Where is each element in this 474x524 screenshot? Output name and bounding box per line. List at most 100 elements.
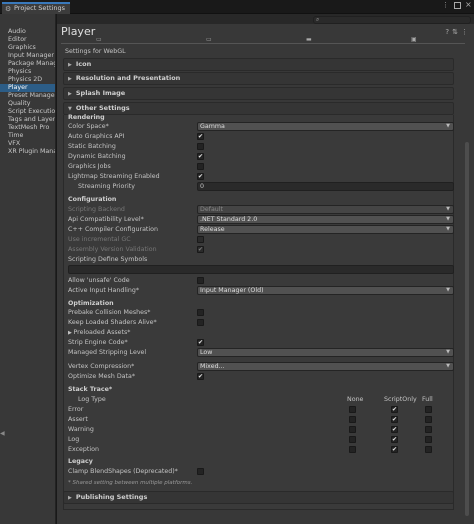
collapse-arrow-icon: ▼ [68,106,72,112]
prebake-checkbox[interactable] [197,309,204,316]
stack-trace-exception-scriptonly-radio[interactable]: ✔ [391,446,398,453]
category-item[interactable]: Quality [0,100,55,108]
category-item[interactable]: Physics [0,68,55,76]
stack-trace-log-scriptonly-radio[interactable]: ✔ [391,436,398,443]
project-settings-tab[interactable]: ⚙ Project Settings [2,2,70,14]
unsafe-code-checkbox[interactable] [197,277,204,284]
other-settings-section[interactable]: ▼ Other Settings [63,102,454,115]
keep-shaders-checkbox[interactable] [197,319,204,326]
category-item[interactable]: Preset Manager [0,92,55,100]
lightmap-streaming-checkbox[interactable]: ✔ [197,173,204,180]
other-settings-body: Rendering Color Space* Gamma ▼ Auto Graph… [63,114,454,510]
preset-icon[interactable]: ⇅ [452,28,461,36]
close-icon[interactable]: × [465,0,472,9]
category-item[interactable]: Graphics [0,44,55,52]
stack-trace-log-full-radio[interactable] [425,436,432,443]
streaming-priority-field[interactable]: 0 [197,182,454,191]
configuration-header: Configuration [68,196,117,203]
title-bar: ⚙ Project Settings ⋮ × [0,0,474,14]
stack-trace-warning-none-radio[interactable] [349,426,356,433]
category-item[interactable]: Time [0,132,55,140]
stack-trace-log-none-radio[interactable] [349,436,356,443]
category-item[interactable]: Package Manag [0,60,55,68]
platform-tab-android[interactable]: ▬ [306,36,312,43]
category-list: Audio Editor Graphics Input Manager Package … [0,14,56,524]
log-type-error-label: Error [68,406,84,413]
stack-trace-warning-scriptonly-radio[interactable]: ✔ [391,426,398,433]
auto-graphics-checkbox[interactable]: ✔ [197,133,204,140]
stack-trace-error-none-radio[interactable] [349,406,356,413]
header-icons: ?⇅⋮ [445,28,471,36]
expand-arrow-icon: ▶ [68,91,72,97]
section-title: Icon [75,60,92,68]
stack-trace-exception-full-radio[interactable] [425,446,432,453]
column-none: None [347,396,364,403]
more-options-icon[interactable]: ⋮ [442,1,449,9]
stack-trace-error-full-radio[interactable] [425,406,432,413]
scrollbar[interactable] [465,142,469,516]
cpp-compiler-dropdown[interactable]: Release ▼ [197,225,454,234]
platform-tab-server[interactable]: ▭ [206,36,212,43]
incremental-gc-checkbox [197,236,204,243]
category-item[interactable]: Physics 2D [0,76,55,84]
stack-trace-assert-full-radio[interactable] [425,416,432,423]
dynamic-batching-checkbox[interactable]: ✔ [197,153,204,160]
managed-stripping-dropdown[interactable]: Low ▼ [197,348,454,357]
maximize-icon[interactable] [454,2,461,9]
category-item[interactable]: TextMesh Pro [0,124,55,132]
splash-section[interactable]: ▶ Splash Image [63,87,454,100]
optimize-mesh-label: Optimize Mesh Data* [68,373,135,380]
color-space-label: Color Space* [68,123,109,130]
section-title: Other Settings [75,104,130,112]
resolution-section[interactable]: ▶ Resolution and Presentation [63,72,454,85]
clamp-blendshapes-checkbox[interactable] [197,468,204,475]
category-item[interactable]: Audio [0,28,55,36]
managed-stripping-label: Managed Stripping Level [68,349,147,356]
stack-trace-error-scriptonly-radio[interactable]: ✔ [391,406,398,413]
assembly-validation-label: Assembly Version Validation [68,246,157,253]
define-symbols-field[interactable] [68,265,454,274]
dropdown-value: .NET Standard 2.0 [200,216,258,223]
color-space-dropdown[interactable]: Gamma ▼ [197,122,454,131]
preloaded-assets-foldout[interactable]: ▶ Preloaded Assets* [68,329,130,336]
optimize-mesh-checkbox[interactable]: ✔ [197,373,204,380]
category-item[interactable]: VFX [0,140,55,148]
category-item[interactable]: Editor [0,36,55,44]
category-item[interactable]: XR Plugin Manag [0,148,55,156]
stack-trace-exception-none-radio[interactable] [349,446,356,453]
static-batching-checkbox[interactable] [197,143,204,150]
category-item[interactable]: Input Manager [0,52,55,60]
dropdown-arrow-icon: ▼ [446,363,450,369]
dropdown-value: Gamma [200,123,225,130]
input-handling-dropdown[interactable]: Input Manager (Old) ▼ [197,286,454,295]
icon-section[interactable]: ▶ Icon [63,58,454,71]
prebake-label: Prebake Collision Meshes* [68,309,151,316]
collapse-arrow-icon[interactable]: ◀ [0,430,5,437]
log-type-assert-label: Assert [68,416,88,423]
optimization-header: Optimization [68,300,114,307]
cpp-compiler-label: C++ Compiler Configuration [68,226,158,233]
dropdown-arrow-icon: ▼ [446,123,450,129]
graphics-jobs-checkbox[interactable] [197,163,204,170]
category-item[interactable]: Script Execution [0,108,55,116]
search-input[interactable]: ⌕ [313,16,471,24]
vertex-compression-dropdown[interactable]: Mixed... ▼ [197,362,454,371]
dropdown-value: Low [200,349,213,356]
publishing-section[interactable]: ▶ Publishing Settings [63,491,454,504]
category-item[interactable]: Tags and Layers [0,116,55,124]
column-scriptonly: ScriptOnly [384,396,417,403]
expand-arrow-icon: ▶ [68,76,72,82]
platform-tab-webgl[interactable]: ▣ [411,36,417,43]
api-compat-label: Api Compatibility Level* [68,216,144,223]
settings-for-label: Settings for WebGL [65,48,126,55]
platform-tab-standalone[interactable]: ▭ [96,36,102,43]
main-panel: Player ?⇅⋮ ▭ ▭ ▬ ▣ Settings for WebGL ▶ I… [57,24,474,524]
stack-trace-warning-full-radio[interactable] [425,426,432,433]
stack-trace-assert-scriptonly-radio[interactable]: ✔ [391,416,398,423]
strip-engine-checkbox[interactable]: ✔ [197,339,204,346]
category-item[interactable]: Player [0,84,55,92]
api-compat-dropdown[interactable]: .NET Standard 2.0 ▼ [197,215,454,224]
stack-trace-assert-none-radio[interactable] [349,416,356,423]
legacy-header: Legacy [68,458,93,465]
menu-icon[interactable]: ⋮ [461,28,471,36]
